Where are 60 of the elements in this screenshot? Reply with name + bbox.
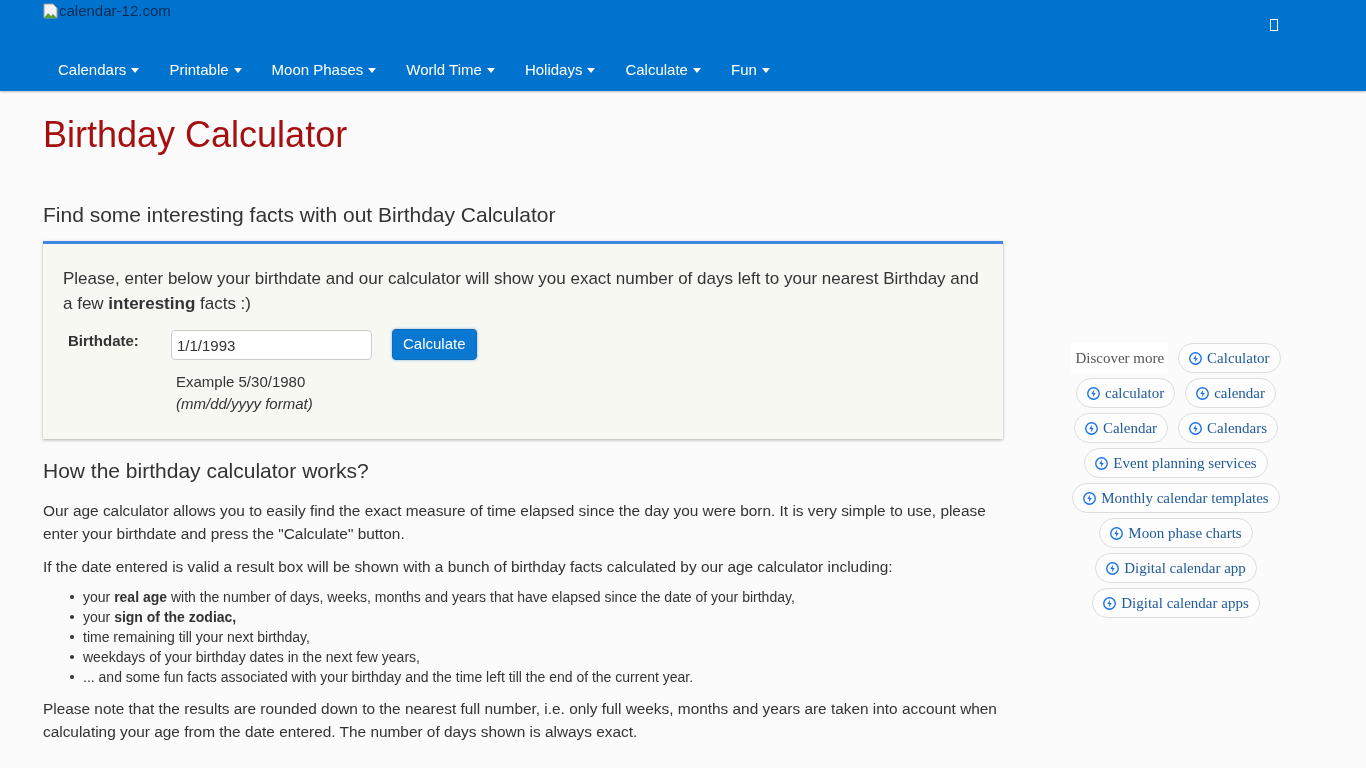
- lightning-circle-icon: [1196, 386, 1210, 400]
- lightning-circle-icon: [1189, 421, 1203, 435]
- bullet-icon: [70, 675, 74, 679]
- topic-chip[interactable]: Calendar: [1073, 413, 1169, 443]
- field-label: Birthdate:: [67, 331, 140, 351]
- nav-menu-link[interactable]: Calculate: [610, 52, 716, 88]
- caret-icon: [486, 67, 495, 73]
- caret-icon: [692, 67, 701, 73]
- birthdate-field[interactable]: 1/1/1993: [171, 330, 372, 360]
- body-paragraph: Please note that the results are rounded down to the nearest full number, i.e. only full weeks, months and years are taken into account when calculating your age from the date entered. The number of days shown is always exact.: [43, 699, 998, 742]
- format-hint: (mm/dd/yyyy format): [176, 394, 313, 414]
- nav-menu-link[interactable]: Holidays: [509, 52, 611, 88]
- calculate-button[interactable]: Calculate: [392, 329, 477, 360]
- topic-chip[interactable]: Calculator: [1178, 343, 1281, 373]
- topic-chip[interactable]: calendar: [1185, 378, 1276, 408]
- topic-chip[interactable]: Moon phase charts: [1099, 518, 1253, 548]
- square-icon[interactable]: [1270, 19, 1278, 31]
- bullet-icon: [70, 635, 74, 639]
- caret-icon: [233, 67, 242, 73]
- lightning-circle-icon: [1189, 351, 1203, 365]
- intro-text: Please, enter below your birthdate and our calculator will show you exact number of days left to your nearest Birthday and a few interesting facts :): [63, 268, 980, 315]
- nav-menu-link[interactable]: Moon Phases: [256, 52, 392, 88]
- bullet-icon: [70, 615, 74, 619]
- section-heading: How the birthday calculator works?: [43, 458, 370, 484]
- discover-label: Discover more: [1071, 343, 1169, 373]
- caret-icon: [368, 67, 377, 73]
- lightning-circle-icon: [1103, 596, 1117, 610]
- lightning-circle-icon: [1083, 491, 1097, 505]
- body-paragraph: Our age calculator allows you to easily find the exact measure of time elapsed since the day you were born. It is very simple to use, please enter your birthdate and press the "Calculate" button.: [43, 501, 987, 544]
- bullet-icon: [70, 655, 74, 659]
- topic-chip[interactable]: Monthly calendar templates: [1072, 483, 1280, 513]
- topic-chip[interactable]: Digital calendar app: [1095, 553, 1257, 583]
- lightning-circle-icon: [1087, 386, 1101, 400]
- list-item-text: time remaining till your next birthday,: [83, 628, 310, 647]
- list-item-text: your real age with the number of days, weeks, months and years that have elapsed since the date of your birthday,: [83, 588, 795, 607]
- nav-menu-link[interactable]: Fun: [715, 52, 785, 88]
- logo-alt-text: calendar-12.com: [59, 3, 171, 19]
- nav-menu-link[interactable]: World Time: [391, 52, 510, 88]
- lightning-circle-icon: [1095, 456, 1109, 470]
- list-item-text: ... and some fun facts associated with your birthday and the time left till the end of the current year.: [83, 668, 694, 687]
- section-heading: Find some interesting facts with out Birthday Calculator: [43, 202, 557, 228]
- body-paragraph: If the date entered is valid a result box will be shown with a bunch of birthday facts calculated by our age calculator including:: [43, 557, 894, 577]
- lightning-circle-icon: [1084, 421, 1098, 435]
- caret-icon: [131, 67, 140, 73]
- nav-menu-link[interactable]: Calendars: [43, 52, 155, 88]
- list-item-text: your sign of the zodiac,: [83, 608, 237, 627]
- caret-icon: [761, 67, 770, 73]
- topic-chip[interactable]: Calendars: [1178, 413, 1279, 443]
- broken-image-icon: [43, 3, 59, 19]
- bullet-icon: [70, 595, 74, 599]
- topic-chip[interactable]: calculator: [1076, 378, 1176, 408]
- list-item-text: weekdays of your birthday dates in the next few years,: [83, 648, 420, 667]
- page-title: Birthday Calculator: [43, 115, 349, 155]
- lightning-circle-icon: [1110, 526, 1124, 540]
- topic-chip[interactable]: Digital calendar apps: [1092, 588, 1260, 618]
- lightning-circle-icon: [1106, 561, 1120, 575]
- caret-icon: [587, 67, 596, 73]
- nav-menu-link[interactable]: Printable: [154, 52, 257, 88]
- topic-chip[interactable]: Event planning services: [1084, 448, 1268, 478]
- example-text: Example 5/30/1980: [176, 372, 306, 392]
